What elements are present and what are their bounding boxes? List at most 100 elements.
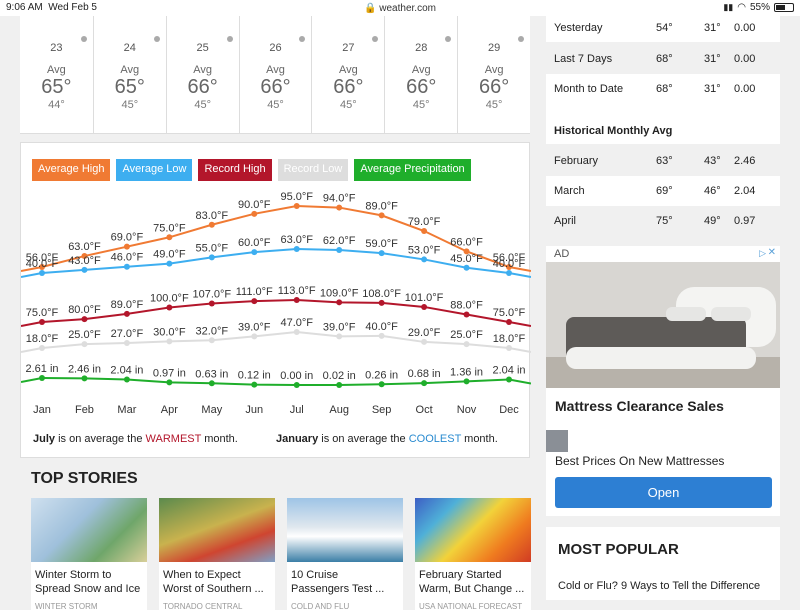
daily-avg-column[interactable]: 29 Avg 66° 45° bbox=[457, 16, 530, 133]
data-point[interactable] bbox=[506, 376, 512, 383]
data-point[interactable] bbox=[336, 204, 343, 211]
data-point[interactable] bbox=[336, 247, 343, 254]
data-point[interactable] bbox=[166, 234, 173, 241]
data-point[interactable] bbox=[81, 316, 88, 323]
data-label: 75.0°F bbox=[493, 307, 526, 319]
data-point[interactable] bbox=[463, 311, 470, 318]
data-point[interactable] bbox=[251, 333, 258, 340]
x-tick-label: Aug bbox=[329, 404, 349, 416]
data-point[interactable] bbox=[463, 341, 470, 348]
adchoices-icon[interactable]: ▷ bbox=[759, 248, 766, 259]
ad-open-button[interactable]: Open bbox=[555, 477, 772, 508]
data-label: 89.0°F bbox=[365, 200, 398, 212]
data-point[interactable] bbox=[208, 300, 215, 307]
story-category: WINTER STORM bbox=[31, 602, 147, 610]
data-point[interactable] bbox=[251, 210, 258, 217]
data-point[interactable] bbox=[421, 228, 428, 235]
row-label: February bbox=[554, 155, 599, 167]
row-low: 31° bbox=[704, 22, 721, 34]
data-label: 0.26 in bbox=[365, 369, 398, 381]
data-point[interactable] bbox=[166, 338, 173, 345]
data-point[interactable] bbox=[81, 266, 88, 273]
data-point[interactable] bbox=[39, 375, 45, 381]
story-card[interactable]: When to Expect Worst of Southern ... TOR… bbox=[159, 498, 275, 610]
data-point[interactable] bbox=[421, 380, 428, 387]
data-label: 27.0°F bbox=[111, 328, 144, 340]
data-point[interactable] bbox=[39, 345, 45, 351]
data-point[interactable] bbox=[81, 341, 88, 348]
data-point[interactable] bbox=[421, 303, 428, 310]
data-point[interactable] bbox=[378, 332, 385, 339]
data-point[interactable] bbox=[293, 203, 300, 209]
data-point[interactable] bbox=[506, 270, 512, 276]
data-point[interactable] bbox=[506, 345, 512, 351]
data-point[interactable] bbox=[336, 381, 343, 388]
daily-avg-column[interactable]: 24 Avg 65° 45° bbox=[92, 16, 166, 133]
data-point[interactable] bbox=[123, 310, 130, 317]
data-point[interactable] bbox=[123, 263, 130, 270]
story-category: TORNADO CENTRAL bbox=[159, 602, 275, 610]
data-label: 63.0°F bbox=[68, 241, 101, 253]
data-point[interactable] bbox=[251, 381, 258, 388]
data-point[interactable] bbox=[378, 250, 385, 257]
data-point[interactable] bbox=[336, 299, 343, 306]
data-label: 2.46 in bbox=[68, 363, 101, 375]
lock-icon: 🔒 bbox=[364, 3, 377, 14]
story-card[interactable]: February Started Warm, But Change ... US… bbox=[415, 498, 531, 610]
data-label: 40.0°F bbox=[365, 321, 398, 333]
data-point[interactable] bbox=[336, 333, 343, 340]
data-point[interactable] bbox=[39, 270, 45, 276]
ad-banner[interactable]: AD ▷ ✕ Mattress Clearance Sales Best Pri… bbox=[546, 246, 780, 516]
data-label: 111.0°F bbox=[236, 286, 273, 298]
data-point[interactable] bbox=[123, 243, 130, 250]
story-category: COLD AND FLU bbox=[287, 602, 403, 610]
data-point[interactable] bbox=[421, 338, 428, 345]
data-point[interactable] bbox=[208, 254, 215, 261]
url-bar[interactable]: 🔒 weather.com bbox=[0, 3, 800, 14]
data-point[interactable] bbox=[378, 212, 385, 219]
data-point[interactable] bbox=[506, 319, 512, 325]
daily-avg-column[interactable]: 26 Avg 66° 45° bbox=[238, 16, 312, 133]
data-point[interactable] bbox=[378, 381, 385, 388]
x-tick-label: Nov bbox=[457, 404, 477, 416]
data-point[interactable] bbox=[293, 329, 300, 335]
data-point[interactable] bbox=[421, 256, 428, 263]
data-point[interactable] bbox=[39, 319, 45, 325]
data-point[interactable] bbox=[123, 376, 130, 383]
daily-avg-column[interactable]: 25 Avg 66° 45° bbox=[165, 16, 239, 133]
moon-phase-icon bbox=[226, 36, 233, 42]
data-label: 59.0°F bbox=[365, 238, 398, 250]
daily-avg-column[interactable]: 27 Avg 66° 45° bbox=[311, 16, 384, 133]
moon-phase-icon bbox=[80, 36, 87, 42]
data-point[interactable] bbox=[123, 340, 130, 347]
day-number: 24 bbox=[123, 42, 136, 54]
avg-label: Avg bbox=[47, 64, 66, 76]
close-icon[interactable]: ✕ bbox=[768, 247, 776, 258]
data-point[interactable] bbox=[166, 260, 173, 267]
data-point[interactable] bbox=[463, 378, 470, 385]
data-point[interactable] bbox=[208, 337, 215, 344]
data-point[interactable] bbox=[293, 382, 300, 388]
avg-low: 45° bbox=[267, 99, 284, 111]
most-popular-item[interactable]: Cold or Flu? 9 Ways to Tell the Differen… bbox=[558, 579, 760, 593]
daily-avg-column[interactable]: 23 Avg 65° 44° bbox=[20, 16, 93, 133]
data-point[interactable] bbox=[166, 379, 173, 386]
data-point[interactable] bbox=[251, 249, 258, 256]
data-point[interactable] bbox=[251, 298, 258, 305]
data-label: 0.02 in bbox=[323, 370, 356, 382]
data-point[interactable] bbox=[81, 375, 88, 382]
data-point[interactable] bbox=[208, 221, 215, 228]
data-point[interactable] bbox=[293, 246, 300, 252]
data-point[interactable] bbox=[463, 264, 470, 271]
daily-avg-column[interactable]: 28 Avg 66° 45° bbox=[384, 16, 457, 133]
bed-illustration bbox=[546, 262, 780, 388]
story-card[interactable]: 10 Cruise Passengers Test ... COLD AND F… bbox=[287, 498, 403, 610]
data-point[interactable] bbox=[378, 299, 385, 306]
series-line-edge bbox=[508, 347, 531, 353]
data-point[interactable] bbox=[293, 297, 300, 303]
data-label: 30.0°F bbox=[153, 326, 186, 338]
story-card[interactable]: Winter Storm to Spread Snow and Ice WINT… bbox=[31, 498, 147, 610]
data-label: 43.0°F bbox=[68, 255, 101, 267]
data-point[interactable] bbox=[166, 304, 173, 311]
data-point[interactable] bbox=[208, 380, 215, 387]
